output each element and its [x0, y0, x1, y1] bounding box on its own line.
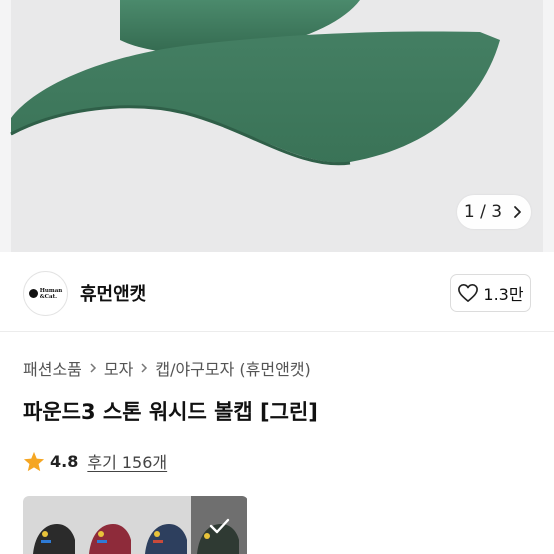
cap-brim [11, 31, 500, 163]
shop-name[interactable]: 휴먼앤캣 [80, 280, 146, 306]
breadcrumb: 패션소품 모자 캡/야구모자 (휴먼앤캣) [23, 356, 311, 380]
pager-text: 1 / 3 [463, 202, 503, 222]
logo-mark-icon [28, 289, 38, 298]
star-icon [23, 451, 45, 471]
chevron-right-icon [90, 363, 96, 373]
logo-wordmark: Human &Cat. [39, 287, 63, 300]
product-rating: 4.8 후기 156개 [23, 449, 167, 473]
reviews-link[interactable]: 후기 156개 [87, 449, 167, 473]
product-title: 파운드3 스톤 워시드 볼캡 [그린] [23, 400, 318, 424]
heart-icon [458, 284, 479, 302]
like-count: 1.3만 [483, 285, 524, 304]
color-option-green-selected[interactable] [191, 496, 247, 554]
image-pager[interactable]: 1 / 3 [457, 195, 531, 229]
rating-score: 4.8 [50, 451, 79, 471]
color-option-burgundy[interactable] [79, 496, 135, 554]
product-image-gallery[interactable]: 1 / 3 [0, 0, 554, 252]
breadcrumb-item-hats[interactable]: 모자 [104, 356, 133, 380]
cap-thumbnail-black [33, 524, 75, 554]
cap-thumbnail-navy [145, 524, 187, 554]
checkmark-icon [209, 518, 230, 534]
shop-info-row: Human &Cat. 휴먼앤캣 1.3만 [0, 252, 554, 332]
shop-logo[interactable]: Human &Cat. [23, 271, 68, 316]
chevron-right-icon [514, 206, 521, 218]
breadcrumb-item-caps[interactable]: 캡/야구모자 (휴먼앤캣) [155, 356, 310, 380]
color-options [23, 496, 248, 554]
like-button[interactable]: 1.3만 [450, 274, 531, 312]
color-option-navy[interactable] [135, 496, 191, 554]
chevron-right-icon [141, 363, 148, 373]
color-option-black[interactable] [23, 496, 79, 554]
breadcrumb-item-fashion-accessories[interactable]: 패션소품 [23, 356, 82, 380]
cap-thumbnail-burgundy [89, 524, 131, 554]
